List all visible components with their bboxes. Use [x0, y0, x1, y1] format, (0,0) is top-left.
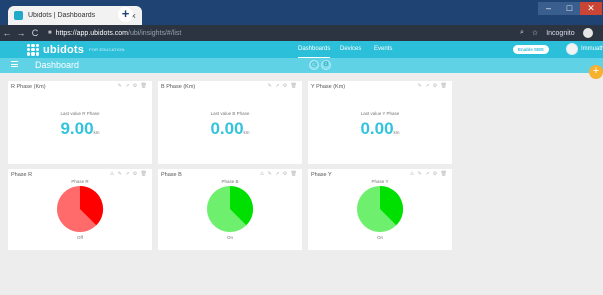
widget-tools[interactable]: ✎ ↗ ⚙ 🗑	[418, 83, 448, 89]
new-tab-button[interactable]: +	[118, 7, 133, 22]
forward-arrow-icon[interactable]: →	[14, 28, 28, 38]
widget-caption: Last value B Phase	[210, 111, 250, 116]
widget-title: B Phase (Km)	[161, 84, 196, 90]
widget-tools[interactable]: ✎ ↗ ⚙ 🗑	[118, 83, 148, 89]
widget-title: R Phase (Km)	[11, 84, 46, 90]
dashboard-menu-icon[interactable]	[11, 61, 18, 67]
logo-dots-icon	[27, 43, 39, 56]
incognito-icon[interactable]	[582, 28, 593, 38]
indicator-pie	[207, 185, 254, 232]
widget-title: Phase R	[11, 172, 33, 178]
address-bar-actions: ⌕ ☆ Incognito ⋮	[520, 25, 603, 41]
url-host: https://app.ubidots.com	[55, 29, 129, 37]
widget-tools[interactable]: ✎ ↗ ⚙ 🗑	[268, 83, 298, 89]
logo-subtitle: FOR EDUCATION	[89, 47, 125, 52]
reload-icon[interactable]: C	[28, 28, 42, 38]
enable-sms-button[interactable]: Enable SMS	[513, 45, 549, 54]
url-field[interactable]: ■ https://app.ubidots.com /ubi/insights/…	[48, 30, 181, 37]
logo-text: ubidots	[43, 43, 85, 56]
dashboard-settings-icon[interactable]: ⚙	[321, 60, 331, 70]
nav-dashboards[interactable]: Dashboards	[298, 41, 331, 58]
date-range-icon[interactable]: ◷	[309, 60, 319, 70]
widget-caption: Last value Y Phase	[360, 111, 400, 116]
value-widget-y: Y Phase (Km) ✎ ↗ ⚙ 🗑 Last value Y Phase …	[308, 81, 452, 164]
indicator-label: Phase R	[71, 179, 89, 184]
indicator-pie	[357, 185, 404, 232]
ubidots-favicon-icon	[14, 11, 23, 20]
nav-events[interactable]: Events	[374, 41, 392, 58]
window-maximize-button[interactable]: □	[559, 2, 580, 15]
dashboard-title[interactable]: Dashboard	[35, 58, 79, 73]
window-minimize-button[interactable]: –	[538, 2, 559, 15]
indicator-widget-b: Phase B ⚠ ✎ ↗ ⚙ 🗑 Phase B On	[158, 169, 302, 250]
indicator-label: Phase Y	[371, 179, 389, 184]
widget-title: Phase Y	[311, 172, 332, 178]
widget-value: 9.00km	[60, 119, 100, 138]
widget-title: Phase B	[161, 172, 182, 178]
back-arrow-icon[interactable]: ←	[0, 28, 14, 38]
indicator-pie	[57, 185, 104, 232]
indicator-state: On	[376, 235, 383, 240]
incognito-label: Incognito	[546, 29, 575, 37]
ubidots-logo[interactable]: ubidots FOR EDUCATION	[27, 41, 125, 58]
add-widget-button[interactable]: +	[589, 65, 603, 79]
indicator-widget-y: Phase Y ⚠ ✎ ↗ ⚙ 🗑 Phase Y On	[308, 169, 452, 250]
indicator-state: On	[226, 235, 233, 240]
indicator-label: Phase B	[221, 179, 239, 184]
lock-icon: ■	[48, 30, 52, 36]
url-path: /ubi/insights/#/list	[128, 29, 182, 37]
address-bar: ← → C ■ https://app.ubidots.com /ubi/ins…	[0, 25, 603, 41]
widget-value: 0.00km	[360, 119, 400, 138]
widget-title: Y Phase (Km)	[311, 84, 346, 90]
dashboard-bar	[0, 58, 603, 73]
widget-tools[interactable]: ⚠ ✎ ↗ ⚙ 🗑	[260, 171, 298, 177]
widget-caption: Last value R Phase	[60, 111, 100, 116]
widget-tools[interactable]: ⚠ ✎ ↗ ⚙ 🗑	[110, 171, 148, 177]
value-widget-r: R Phase (Km) ✎ ↗ ⚙ 🗑 Last value R Phase …	[8, 81, 152, 164]
window-close-button[interactable]: ✕	[580, 2, 602, 15]
username[interactable]: Immuathi	[581, 41, 603, 58]
user-avatar[interactable]	[566, 43, 578, 55]
indicator-state: Off	[77, 235, 83, 240]
nav-devices[interactable]: Devices	[340, 41, 361, 58]
widget-value: 0.00km	[210, 119, 250, 138]
star-icon[interactable]: ☆	[532, 29, 538, 37]
indicator-widget-r: Phase R ⚠ ✎ ↗ ⚙ 🗑 Phase R Off	[8, 169, 152, 250]
tab-title: Ubidots | Dashboards	[28, 12, 96, 19]
value-widget-b: B Phase (Km) ✎ ↗ ⚙ 🗑 Last value B Phase …	[158, 81, 302, 164]
zoom-icon[interactable]: ⌕	[520, 29, 524, 37]
widget-tools[interactable]: ⚠ ✎ ↗ ⚙ 🗑	[410, 171, 448, 177]
